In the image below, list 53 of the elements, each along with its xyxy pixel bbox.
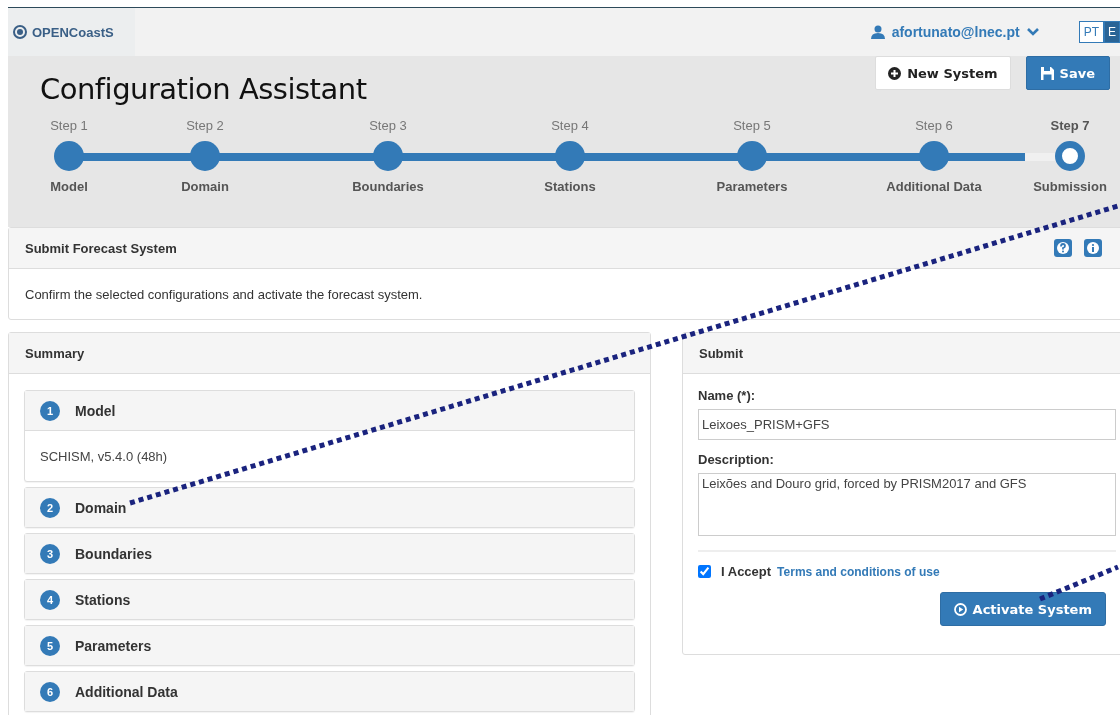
- accordion-header[interactable]: 5 Parameters: [25, 626, 634, 665]
- accordion-header[interactable]: 6 Additional Data: [25, 672, 634, 711]
- panel-title: Submit Forecast System: [25, 240, 177, 256]
- chevron-down-icon: [1026, 28, 1039, 36]
- panel-title: Submit: [699, 345, 744, 361]
- step-name[interactable]: Model: [50, 179, 88, 194]
- number-badge: 3: [40, 543, 60, 564]
- field-label: Name (*):: [698, 388, 757, 403]
- plus-circle-icon: [888, 66, 902, 80]
- user-menu[interactable]: afortunato@lnec.pt: [870, 24, 1039, 40]
- step-name[interactable]: Domain: [181, 179, 229, 194]
- page-title: Configuration Assistant: [40, 72, 367, 106]
- brand-name[interactable]: OPENCoastS: [32, 24, 114, 40]
- instruction-text: Confirm the selected configurations and activate the forecast system.: [25, 286, 423, 302]
- number-badge: 6: [40, 681, 60, 702]
- field-label: Description:: [698, 452, 775, 467]
- language-button[interactable]: PT: [1078, 21, 1104, 43]
- step-label: Step 4: [551, 118, 589, 135]
- user-icon: [870, 25, 885, 39]
- step-label: Step 5: [733, 118, 771, 135]
- accordion-header[interactable]: 1 Model: [25, 391, 634, 431]
- save-button[interactable]: Save: [1025, 56, 1110, 90]
- number-badge: 4: [40, 589, 60, 610]
- step-name[interactable]: Additional Data: [886, 179, 982, 194]
- accordion-content: SCHISM, v5.4.0 (48h): [39, 447, 169, 466]
- accordion-header[interactable]: 4 Stations: [25, 580, 634, 619]
- number-badge: 2: [40, 497, 60, 518]
- step-marker[interactable]: [54, 141, 84, 171]
- info-icon: [1084, 239, 1102, 257]
- step-label: Step 2: [186, 118, 224, 135]
- step-name[interactable]: Parameters: [716, 179, 788, 194]
- step-name[interactable]: Boundaries: [352, 179, 424, 194]
- step-name[interactable]: Submission: [1033, 179, 1107, 194]
- accordion-header[interactable]: 3 Boundaries: [25, 534, 634, 573]
- activate-system-button[interactable]: Activate System: [939, 592, 1106, 626]
- number-badge: 5: [40, 635, 60, 656]
- panel-title: Summary: [25, 345, 85, 361]
- checkbox-label: I Accept: [721, 564, 772, 579]
- terms-link[interactable]: Terms and conditions of use: [777, 564, 940, 579]
- accordion-header[interactable]: 2 Domain: [25, 488, 634, 527]
- step-label: Step 6: [915, 118, 953, 135]
- step-marker[interactable]: [1055, 141, 1085, 171]
- accept-checkbox[interactable]: [698, 565, 711, 578]
- step-label: Step 1: [50, 118, 88, 135]
- help-icon: [1054, 239, 1072, 257]
- description-field[interactable]: Leixões and Douro grid, forced by PRISM2017 and GFS: [698, 473, 1116, 536]
- new-system-button[interactable]: New System: [875, 56, 1011, 90]
- name-field[interactable]: Leixoes_PRISM+GFS: [698, 409, 1116, 440]
- step-name[interactable]: Stations: [544, 179, 596, 194]
- play-circle-icon: [953, 602, 967, 616]
- step-label: Step 3: [369, 118, 407, 135]
- step-label: Step 7: [1050, 118, 1090, 135]
- number-badge: 1: [40, 400, 60, 421]
